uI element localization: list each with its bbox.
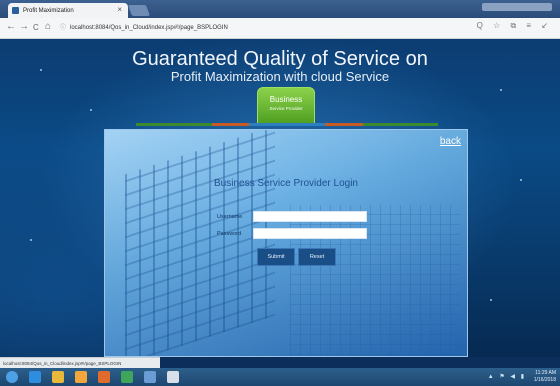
page-title: Guaranteed Quality of Service on — [132, 48, 428, 70]
business-service-provider-menu-button[interactable]: Business Service Provider — [257, 87, 315, 125]
url-input[interactable]: ⓘ localhost:8084/Qos_in_Cloud/index.jsp#!… — [60, 21, 480, 35]
back-arrow-icon[interactable]: ← — [6, 21, 16, 32]
app-icon[interactable] — [167, 371, 179, 383]
login-title: Business Service Provider Login — [214, 178, 358, 189]
chrome-icon[interactable] — [121, 371, 133, 383]
clock-time: 11:29 AM — [535, 370, 556, 376]
username-label: Username — [217, 214, 243, 220]
taskbar: ▲ ⚑ ◀ ▮ 11:29 AM 1/16/2018 — [0, 368, 560, 386]
status-bar: localhost:8084/Qos_in_Cloud/index.jsp#!/… — [0, 357, 160, 368]
back-link[interactable]: back — [440, 136, 461, 147]
media-icon[interactable] — [75, 371, 87, 383]
sparkle-decoration — [30, 239, 32, 241]
system-tray[interactable]: ▲ ⚑ ◀ ▮ — [488, 373, 526, 380]
home-icon[interactable]: ⌂ — [45, 21, 51, 32]
browser-tab-bar: Profit Maximization × — [0, 0, 560, 18]
info-icon: ⓘ — [60, 25, 67, 31]
new-tab-button[interactable] — [127, 5, 151, 16]
username-field[interactable] — [253, 211, 367, 222]
favicon-icon — [12, 7, 19, 14]
window-controls[interactable] — [482, 3, 552, 11]
page-subtitle: Profit Maximization with cloud Service — [170, 69, 390, 84]
sparkle-decoration — [520, 179, 522, 181]
password-field[interactable] — [253, 228, 367, 239]
url-text: localhost:8084/Qos_in_Cloud/index.jsp#!/… — [70, 25, 228, 31]
address-bar: ← → C ⌂ ⓘ localhost:8084/Qos_in_Cloud/ind… — [0, 18, 560, 39]
server-rack-decoration — [125, 130, 275, 356]
tab-title: Profit Maximization — [23, 7, 74, 14]
menu-stripe-bar — [136, 123, 438, 126]
sparkle-decoration — [90, 109, 92, 111]
menu-label: Business — [269, 95, 303, 104]
firefox-icon[interactable] — [98, 371, 110, 383]
sparkle-decoration — [500, 89, 502, 91]
tab-close-icon[interactable]: × — [117, 5, 122, 14]
ie-icon[interactable] — [29, 371, 41, 383]
browser-tab[interactable]: Profit Maximization × — [8, 3, 128, 18]
submit-button[interactable]: Submit — [257, 248, 295, 266]
forward-arrow-icon[interactable]: → — [19, 21, 29, 32]
browser-toolbar-icons[interactable]: Q ☆ ⧉ ≡ ↙ — [477, 21, 552, 31]
reset-button[interactable]: Reset — [298, 248, 336, 266]
sparkle-decoration — [490, 299, 492, 301]
explorer-icon[interactable] — [52, 371, 64, 383]
login-panel: back Business Service Provider Login Use… — [104, 129, 468, 357]
netbeans-icon[interactable] — [144, 371, 156, 383]
clock[interactable]: 11:29 AM 1/16/2018 — [534, 370, 556, 384]
reload-icon[interactable]: C — [33, 23, 39, 32]
page-background: Guaranteed Quality of Service on Profit … — [0, 39, 560, 357]
menu-sublabel: Service Provider — [269, 106, 303, 111]
clock-date: 1/16/2018 — [533, 377, 556, 383]
password-label: Password — [217, 231, 242, 237]
start-icon[interactable] — [6, 371, 18, 383]
